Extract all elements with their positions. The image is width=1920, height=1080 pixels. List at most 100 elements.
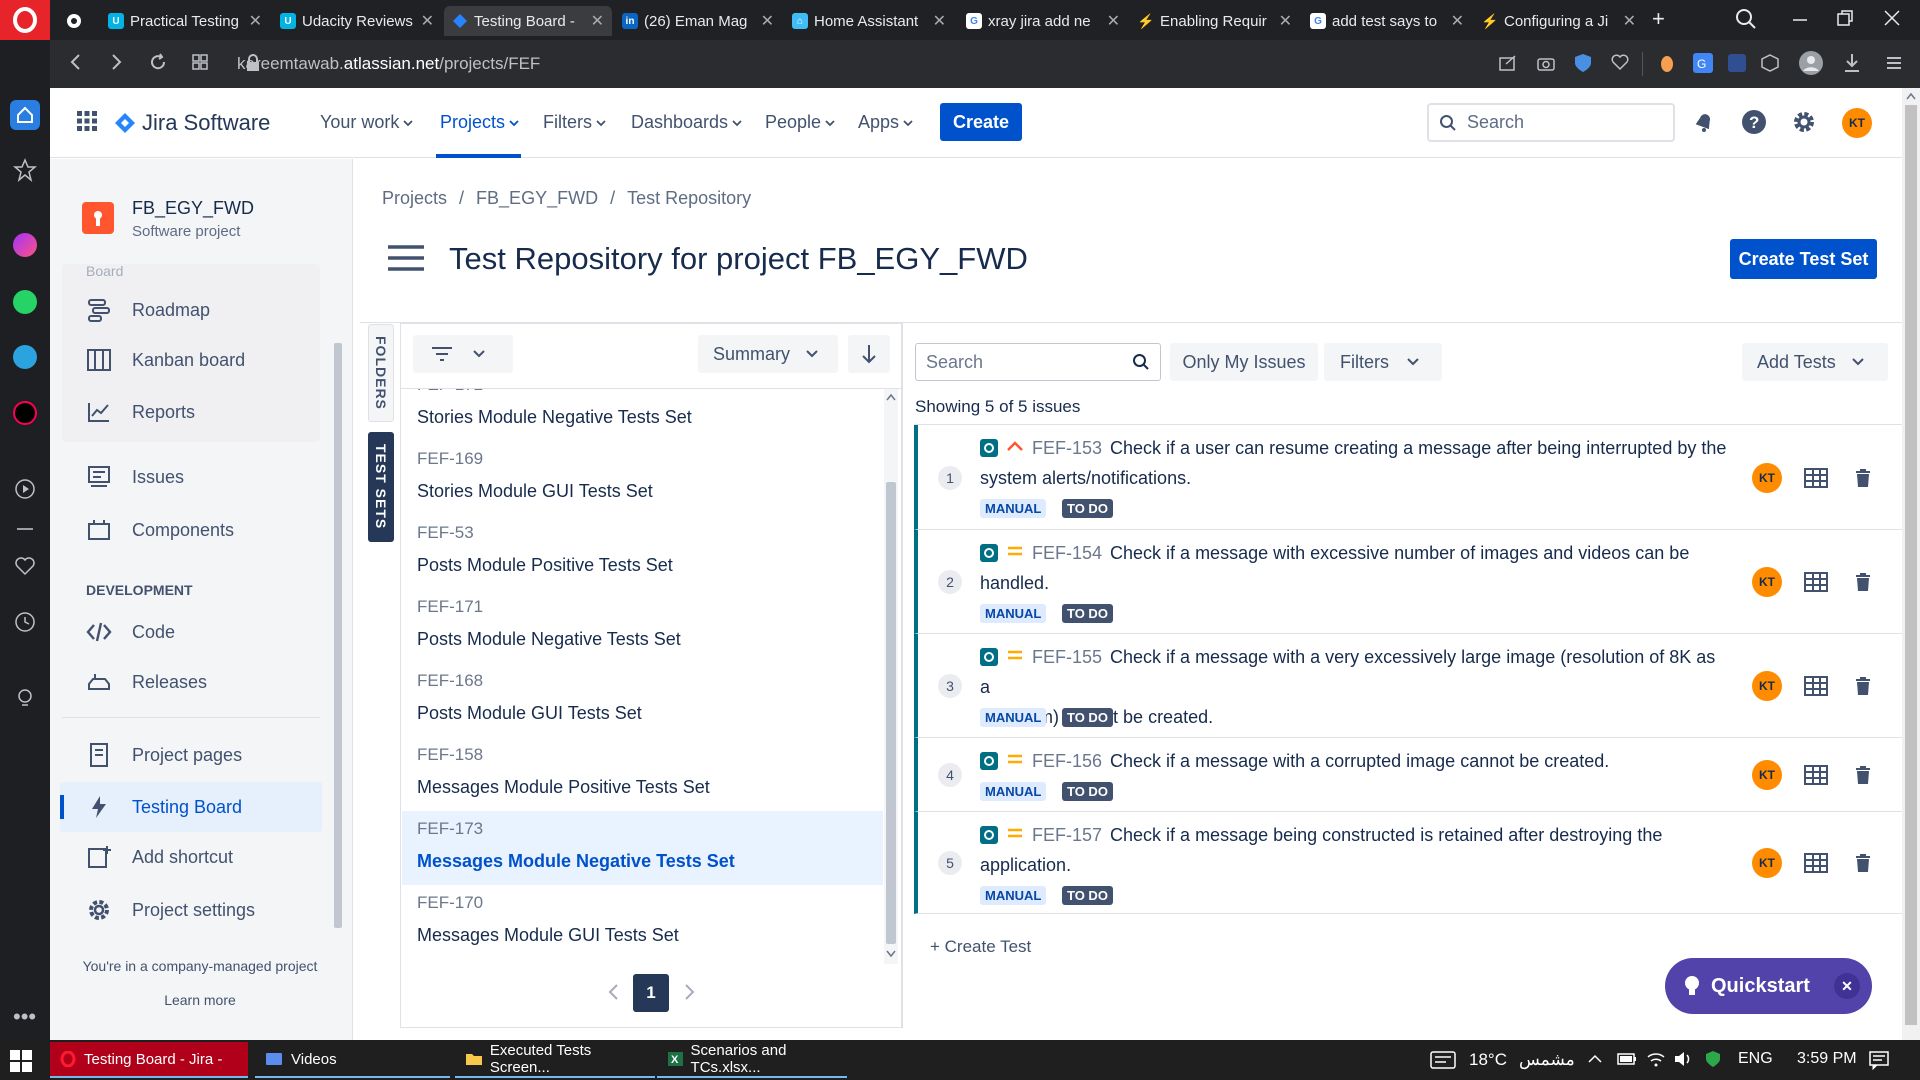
- trash-icon[interactable]: [1854, 572, 1872, 592]
- browser-tab[interactable]: G add test says to ✕: [1302, 6, 1472, 36]
- pagination-page-current[interactable]: 1: [633, 974, 669, 1012]
- settings-gear-icon[interactable]: [1791, 109, 1817, 135]
- scroll-up-icon[interactable]: [1906, 92, 1916, 100]
- trash-icon[interactable]: [1854, 468, 1872, 488]
- home-icon[interactable]: [10, 100, 40, 130]
- test-row[interactable]: 5 FEF-157 Check if a message being constr…: [914, 812, 1902, 914]
- notifications-icon[interactable]: [1692, 110, 1716, 134]
- trash-icon[interactable]: [1854, 676, 1872, 696]
- test-execution-grid-icon[interactable]: [1804, 764, 1828, 786]
- sort-direction-button[interactable]: [848, 335, 890, 373]
- browser-tab[interactable]: ⌂ Home Assistant ✕: [784, 6, 954, 36]
- project-avatar-icon[interactable]: [82, 202, 114, 234]
- clock[interactable]: 3:59 PM: [1797, 1050, 1857, 1068]
- nav-people[interactable]: People: [765, 112, 835, 133]
- nav-filters[interactable]: Filters: [543, 112, 606, 133]
- test-set-item[interactable]: FEF-170 Messages Module GUI Tests Set: [402, 885, 883, 959]
- test-execution-grid-icon[interactable]: [1804, 675, 1828, 697]
- sidebar-item-kanban-board[interactable]: Kanban board: [62, 336, 322, 384]
- only-my-issues-button[interactable]: Only My Issues: [1170, 343, 1318, 381]
- filters-dropdown[interactable]: Filters: [1324, 343, 1442, 381]
- test-key[interactable]: FEF-157: [1032, 825, 1102, 845]
- close-icon[interactable]: ✕: [1623, 11, 1636, 31]
- player-icon[interactable]: [13, 477, 37, 501]
- chevron-up-icon[interactable]: [1588, 1054, 1602, 1064]
- extension-icon[interactable]: [1726, 52, 1748, 74]
- sidebar-item-testing-board[interactable]: Testing Board: [62, 783, 322, 831]
- browser-tab-active[interactable]: Testing Board - ✕: [444, 6, 612, 36]
- close-icon[interactable]: ✕: [591, 11, 604, 31]
- jira-logo[interactable]: Jira Software: [114, 110, 270, 136]
- assignee-avatar[interactable]: KT: [1752, 463, 1782, 493]
- close-icon[interactable]: ✕: [1451, 11, 1464, 31]
- close-icon[interactable]: ✕: [249, 11, 262, 31]
- sidebar-item-add-shortcut[interactable]: Add shortcut: [62, 833, 322, 881]
- test-key[interactable]: FEF-155: [1032, 647, 1102, 667]
- test-summary[interactable]: FEF-153 Check if a user can resume creati…: [980, 433, 1728, 493]
- camera-icon[interactable]: [1536, 54, 1556, 72]
- extensions-cube-icon[interactable]: [1760, 53, 1780, 73]
- sidebar-item-project-pages[interactable]: Project pages: [62, 731, 322, 779]
- forward-icon[interactable]: [106, 52, 126, 72]
- test-set-item[interactable]: FEF-169 Stories Module GUI Tests Set: [402, 441, 883, 515]
- test-key[interactable]: FEF-156: [1032, 751, 1102, 771]
- create-button[interactable]: Create: [940, 103, 1022, 141]
- test-set-item[interactable]: FEF-171 Posts Module Negative Tests Set: [402, 589, 883, 663]
- breadcrumb-test-repository[interactable]: Test Repository: [627, 188, 751, 209]
- weather-icon[interactable]: [1430, 1050, 1456, 1070]
- test-execution-grid-icon[interactable]: [1804, 571, 1828, 593]
- pagination-prev-icon[interactable]: [607, 983, 619, 1001]
- close-icon[interactable]: ✕: [1107, 11, 1120, 31]
- browser-tab[interactable]: ⚡ Enabling Requir ✕: [1130, 6, 1300, 36]
- test-summary[interactable]: FEF-156 Check if a message with a corrupt…: [980, 746, 1728, 776]
- trash-icon[interactable]: [1854, 853, 1872, 873]
- restore-icon[interactable]: [1835, 8, 1855, 28]
- test-set-item[interactable]: FEF-172 Stories Module Negative Tests Set: [402, 389, 883, 441]
- sidebar-item-releases[interactable]: Releases: [62, 658, 322, 706]
- assignee-avatar[interactable]: KT: [1752, 567, 1782, 597]
- test-row[interactable]: 3 FEF-155 Check if a message with a very …: [914, 634, 1902, 738]
- volume-icon[interactable]: [1673, 1050, 1695, 1068]
- test-row[interactable]: 2 FEF-154 Check if a message with excessi…: [914, 530, 1902, 634]
- more-icon[interactable]: •••: [13, 1006, 36, 1028]
- test-set-item[interactable]: FEF-168 Posts Module GUI Tests Set: [402, 663, 883, 737]
- whatsapp-icon[interactable]: [13, 290, 37, 314]
- help-icon[interactable]: ?: [1741, 109, 1767, 135]
- browser-tab[interactable]: U Practical Testing ✕: [100, 6, 270, 36]
- close-icon[interactable]: ✕: [1279, 11, 1292, 31]
- learn-more-link[interactable]: Learn more: [60, 992, 340, 1008]
- assignee-avatar[interactable]: KT: [1752, 760, 1782, 790]
- sidebar-item-roadmap[interactable]: Roadmap: [62, 286, 322, 334]
- input-language[interactable]: ENG: [1738, 1050, 1773, 1068]
- close-icon[interactable]: ✕: [933, 11, 946, 31]
- sidebar-item-code[interactable]: Code: [62, 608, 322, 656]
- scroll-up-icon[interactable]: [886, 393, 896, 401]
- nav-apps[interactable]: Apps: [858, 112, 913, 133]
- close-icon[interactable]: ✕: [761, 11, 774, 31]
- scroll-down-icon[interactable]: [886, 950, 896, 958]
- lightbulb-icon[interactable]: [13, 686, 37, 710]
- sidebar-scrollbar-thumb[interactable]: [334, 343, 342, 928]
- assignee-avatar[interactable]: KT: [1752, 848, 1782, 878]
- shield-check-icon[interactable]: [1574, 53, 1592, 73]
- test-set-item[interactable]: FEF-53 Posts Module Positive Tests Set: [402, 515, 883, 589]
- telegram-icon[interactable]: [13, 345, 37, 369]
- extension-icon[interactable]: [1660, 53, 1674, 73]
- add-tests-dropdown[interactable]: Add Tests: [1742, 343, 1888, 381]
- trash-icon[interactable]: [1854, 765, 1872, 785]
- translate-icon[interactable]: G: [1692, 52, 1714, 74]
- hamburger-menu-icon[interactable]: [388, 244, 424, 272]
- test-summary[interactable]: FEF-154 Check if a message with excessive…: [980, 538, 1728, 598]
- minimize-icon[interactable]: [1790, 8, 1810, 28]
- share-icon[interactable]: [1498, 54, 1518, 72]
- heart-icon[interactable]: [13, 554, 37, 578]
- browser-tab[interactable]: G xray jira add ne ✕: [958, 6, 1128, 36]
- taskbar-app-browser[interactable]: Testing Board - Jira -: [50, 1042, 248, 1078]
- wifi-icon[interactable]: [1646, 1050, 1666, 1068]
- test-row[interactable]: 4 FEF-156 Check if a message with a corru…: [914, 738, 1902, 812]
- taskbar-app-excel[interactable]: X Scenarios and TCs.xlsx...: [657, 1042, 847, 1078]
- sort-field-dropdown[interactable]: Summary: [698, 335, 838, 373]
- menu-icon[interactable]: [1884, 52, 1904, 74]
- quickstart-button[interactable]: Quickstart ✕: [1665, 958, 1872, 1014]
- weather-text[interactable]: مشمس: [1519, 1050, 1575, 1070]
